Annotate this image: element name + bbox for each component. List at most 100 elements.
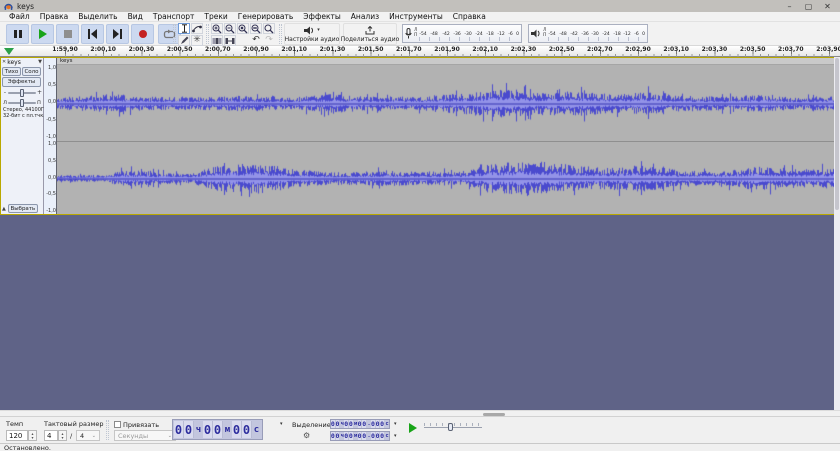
time-display-menu-icon[interactable]: ▾ [280, 421, 283, 427]
scale-label: -1,0 [46, 208, 56, 215]
toolbar-grip[interactable] [173, 24, 176, 44]
gain-slider[interactable] [8, 88, 36, 97]
track-name[interactable]: keys [7, 59, 37, 66]
waveform-area[interactable]: keys [57, 58, 835, 215]
time-char: с [384, 432, 390, 440]
vertical-scrollbar[interactable] [834, 57, 840, 410]
stop-icon [63, 30, 72, 38]
timesig-upper-input[interactable]: 4 [44, 430, 58, 441]
waveform-channel-right[interactable] [57, 142, 835, 215]
toolbar-grip[interactable] [279, 24, 282, 44]
pan-slider[interactable] [8, 98, 36, 107]
vertical-scale-ruler[interactable]: 1,0 0,5 0,0 -0,5 -1,0 1,0 0,5 0,0 -0,5 -1,0 [44, 58, 57, 214]
redo-button[interactable]: ↷ [263, 35, 275, 46]
close-button[interactable]: ✕ [819, 1, 836, 12]
collapse-track-icon[interactable]: ▲ [2, 206, 6, 212]
timesig-lower-select[interactable]: 4 ⌄ [76, 430, 100, 441]
selection-end-menu-icon[interactable]: ▾ [394, 433, 397, 439]
multi-tool-icon: ✳ [193, 35, 201, 45]
envelope-icon [192, 25, 202, 33]
menu-item[interactable]: Правка [35, 12, 74, 21]
timesig-spinner[interactable]: ▴ ▾ [58, 430, 67, 441]
timeline-ruler[interactable]: 1:59,90 2:00,10 2:00,30 2:00,50 2:00,70 2:00,… [0, 46, 840, 57]
silence-audio-button[interactable] [224, 35, 236, 46]
waveform-channel-left[interactable] [57, 66, 835, 141]
draw-tool-button[interactable] [178, 35, 190, 46]
recording-meter[interactable]: ЛП -54 -48 -42 -36 -30 -24 -18 -12 -6 0 [402, 24, 522, 43]
clip-header[interactable]: keys [57, 58, 835, 65]
skip-end-button[interactable] [106, 24, 129, 44]
snap-checkbox[interactable] [114, 421, 121, 428]
timeline-label: 2:00,30 [128, 46, 155, 53]
zoom-fit-button[interactable] [250, 23, 262, 34]
menu-item[interactable]: Генерировать [233, 12, 299, 21]
envelope-tool-button[interactable] [191, 23, 203, 34]
speed-slider-thumb[interactable] [448, 423, 453, 431]
recording-meter-scale: -54 -48 -42 -36 -30 -24 -18 -12 -6 0 [419, 26, 519, 41]
trim-audio-button[interactable] [211, 35, 223, 46]
play-at-speed-button[interactable] [408, 423, 418, 433]
minimize-button[interactable]: – [781, 1, 798, 12]
maximize-button[interactable]: ▢ [800, 1, 817, 12]
playback-meter[interactable]: ЛП -54 -48 -42 -36 -30 -24 -18 -12 -6 0 [528, 24, 648, 43]
tempo-input[interactable]: 120 [6, 430, 28, 441]
timeline-label: 2:01,30 [319, 46, 346, 53]
audio-setup-label: Настройки аудио [284, 35, 340, 43]
share-icon [365, 25, 375, 34]
selection-settings-gear-icon[interactable]: ⚙ [303, 431, 310, 440]
track-control-panel: ✕ keys ▼ Тихо Соло Эффекты - + л п Стере… [1, 58, 47, 214]
selection-end-field[interactable]: 00ч00м00.000с [330, 431, 391, 441]
stop-button[interactable] [56, 24, 79, 44]
selection-start-menu-icon[interactable]: ▾ [394, 421, 397, 427]
mute-button[interactable]: Тихо [2, 67, 21, 76]
audio-position-display[interactable]: 00ч00м00с [172, 419, 263, 440]
spin-down-icon[interactable]: ▾ [31, 435, 33, 440]
combo-arrow-icon: ⌄ [91, 432, 96, 439]
snap-unit-value: Секунды [118, 431, 149, 440]
vertical-scrollbar-thumb[interactable] [835, 58, 839, 210]
menu-item[interactable]: Эффекты [298, 12, 346, 21]
vertical-ruler-ch1: 1,0 0,5 0,0 -0,5 -1,0 [44, 66, 57, 141]
menu-item[interactable]: Вид [123, 12, 148, 21]
track-menu-icon[interactable]: ▼ [38, 59, 42, 65]
spin-down-icon[interactable]: ▾ [61, 435, 63, 440]
snap-unit-select[interactable]: Секунды ⌄ [114, 430, 176, 441]
scale-label: 0,0 [48, 174, 56, 181]
selection-start-field[interactable]: 00ч00м00.000с [330, 419, 391, 429]
zoom-selection-button[interactable] [237, 23, 249, 34]
menu-item[interactable]: Выделить [73, 12, 122, 21]
status-text: Остановлено. [4, 443, 51, 451]
play-button[interactable] [31, 24, 54, 44]
toolbar-grip[interactable] [206, 24, 209, 44]
zoom-out-button[interactable] [224, 23, 236, 34]
undo-button[interactable]: ↶ [250, 35, 262, 46]
playhead-pin-icon[interactable] [4, 48, 14, 55]
menu-item[interactable]: Треки [199, 12, 232, 21]
gain-slider-thumb[interactable] [20, 88, 24, 97]
menu-item[interactable]: Справка [448, 12, 491, 21]
share-audio-button[interactable]: Поделиться аудио [341, 23, 399, 45]
record-button[interactable] [131, 24, 154, 44]
select-track-button[interactable]: Выбрать [7, 204, 38, 213]
playback-speed-slider[interactable] [424, 423, 482, 431]
solo-button[interactable]: Соло [22, 67, 41, 76]
track-close-icon[interactable]: ✕ [2, 59, 6, 65]
selection-tool-button[interactable] [178, 23, 190, 34]
tempo-spinner[interactable]: ▴ ▾ [28, 430, 37, 441]
zoom-in-button[interactable] [211, 23, 223, 34]
menu-item[interactable]: Файл [4, 12, 35, 21]
multi-tool-button[interactable]: ✳ [191, 35, 203, 46]
audio-setup-button[interactable]: ▾ Настройки аудио [284, 23, 340, 45]
menu-item[interactable]: Инструменты [384, 12, 448, 21]
record-icon [138, 30, 147, 38]
play-at-speed-icon [409, 423, 417, 433]
skip-start-button[interactable] [81, 24, 104, 44]
pan-slider-thumb[interactable] [20, 98, 24, 107]
menu-item[interactable]: Транспорт [148, 12, 200, 21]
pause-button[interactable] [6, 24, 29, 44]
menu-item[interactable]: Анализ [346, 12, 384, 21]
zoom-toggle-button[interactable] [263, 23, 275, 34]
play-icon [38, 29, 47, 39]
effects-button[interactable]: Эффекты [2, 77, 41, 87]
timesig-lower-value: 4 [80, 431, 85, 440]
